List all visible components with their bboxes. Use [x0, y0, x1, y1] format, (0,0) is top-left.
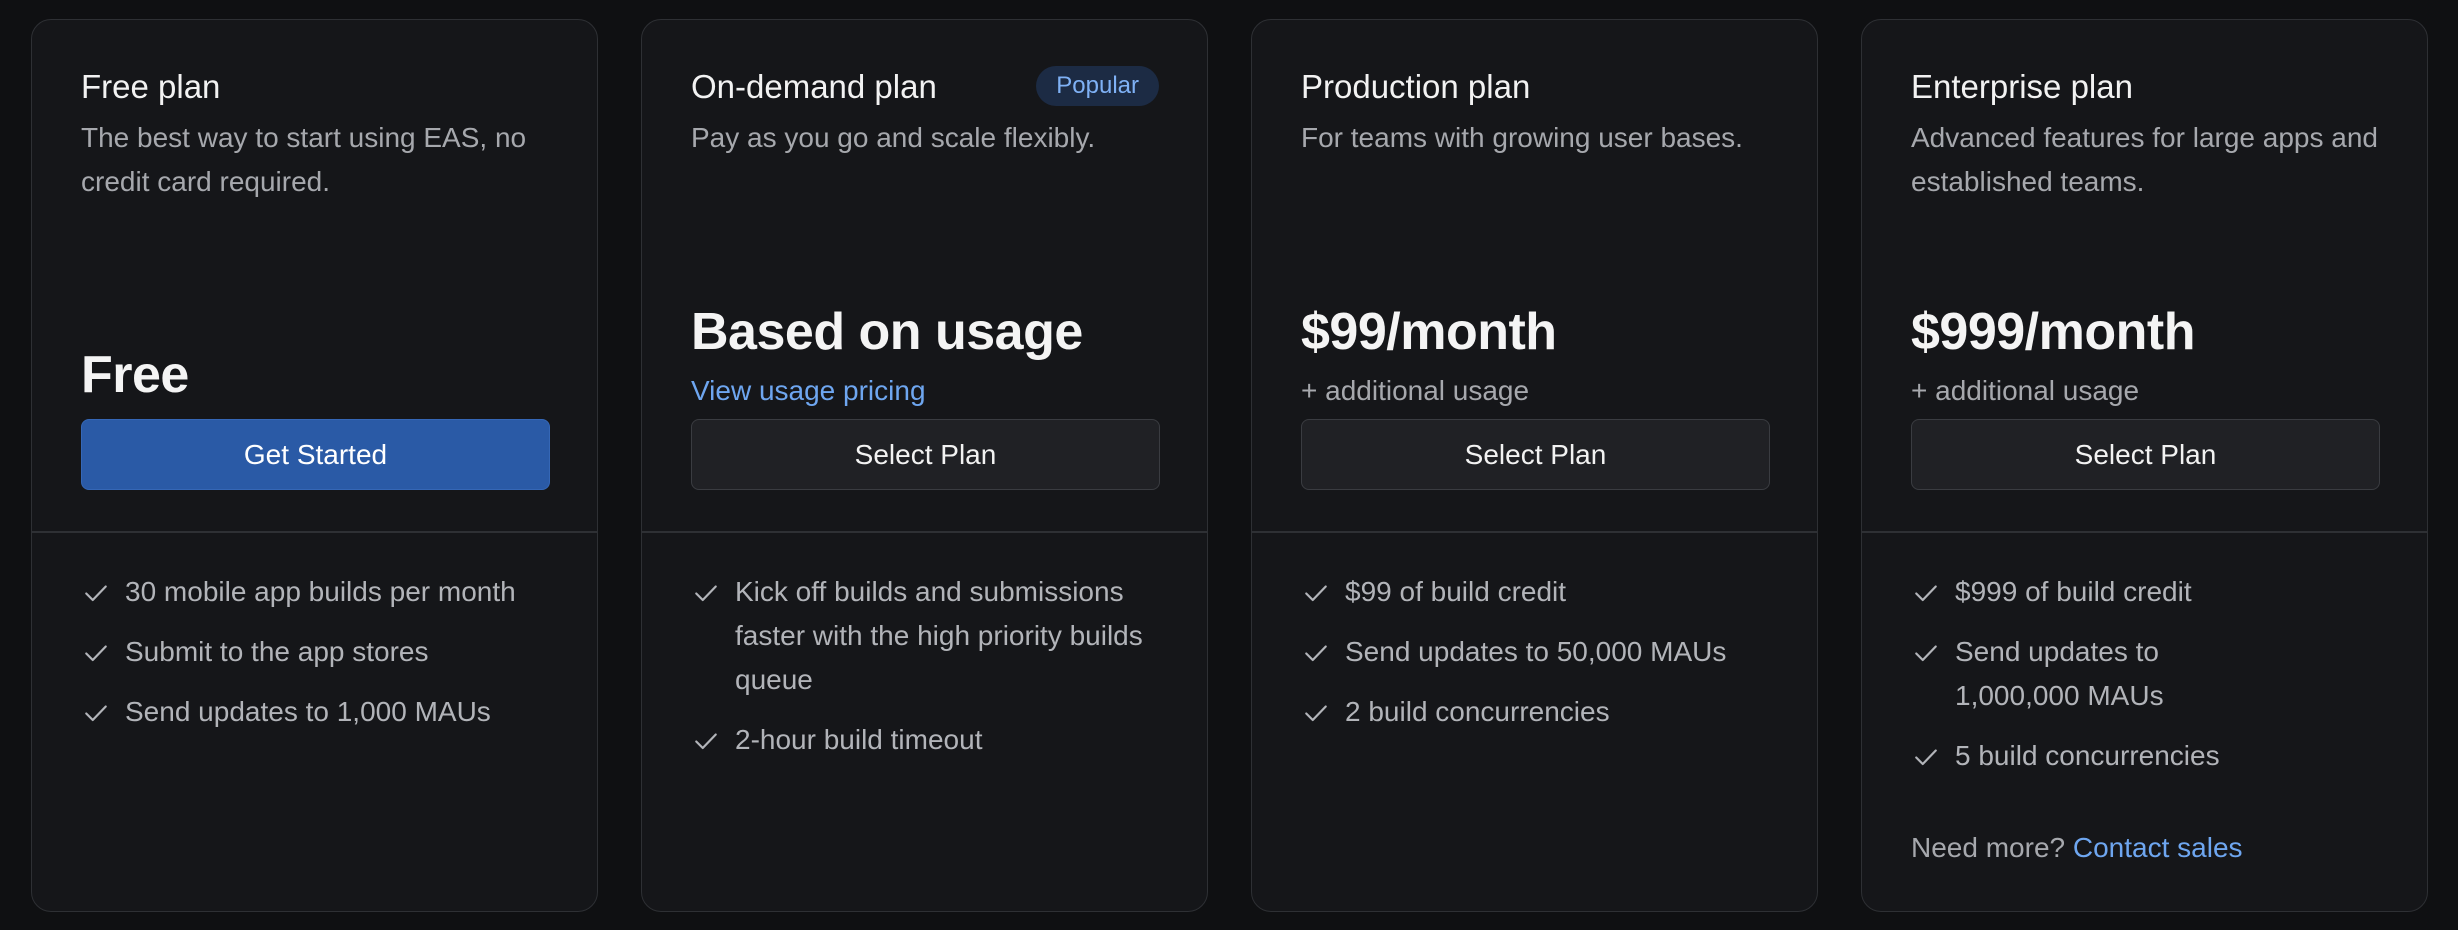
feature-text: $99 of build credit	[1345, 576, 1567, 607]
feature-text: Send updates to 1,000,000 MAUs	[1955, 636, 2164, 711]
feature-text: $999 of build credit	[1955, 576, 2192, 607]
plan-card-enterprise: Enterprise plan Advanced features for la…	[1861, 19, 2428, 912]
plan-description: Advanced features for large apps and est…	[1911, 122, 2378, 197]
check-icon	[1305, 705, 1327, 722]
feature-text: 30 mobile app builds per month	[125, 576, 516, 607]
get-started-button[interactable]: Get Started	[81, 419, 550, 490]
feature-item: Kick off builds and submissions faster w…	[691, 570, 1171, 702]
plan-description: Pay as you go and scale flexibly.	[691, 122, 1096, 153]
plan-price: $999/month	[1911, 303, 2195, 361]
divider	[642, 531, 1207, 533]
feature-item: Send updates to 1,000,000 MAUs	[1911, 630, 2391, 718]
feature-item: Submit to the app stores	[81, 630, 561, 674]
check-icon	[1305, 645, 1327, 662]
check-icon	[1915, 585, 1937, 602]
plan-title: Free plan	[81, 68, 221, 105]
divider	[1862, 531, 2427, 533]
feature-list: $99 of build credit Send updates to 50,0…	[1301, 570, 1781, 750]
feature-item: $99 of build credit	[1301, 570, 1781, 614]
feature-text: Send updates to 50,000 MAUs	[1345, 636, 1727, 667]
plan-price: Based on usage	[691, 303, 1083, 361]
check-icon	[1915, 645, 1937, 662]
plan-title: On-demand plan	[691, 68, 937, 105]
feature-text: 5 build concurrencies	[1955, 740, 2220, 771]
check-icon	[85, 645, 107, 662]
popular-badge: Popular	[1036, 66, 1159, 106]
divider	[32, 531, 597, 533]
feature-text: 2-hour build timeout	[735, 724, 983, 755]
select-plan-button[interactable]: Select Plan	[1911, 419, 2380, 490]
check-icon	[695, 733, 717, 750]
feature-list: 30 mobile app builds per month Submit to…	[81, 570, 561, 750]
plan-header: On-demand plan Popular Pay as you go and…	[642, 20, 1207, 531]
plan-header: Free plan The best way to start using EA…	[32, 20, 597, 531]
plan-price: $99/month	[1301, 303, 1557, 361]
plan-card-on-demand: On-demand plan Popular Pay as you go and…	[641, 19, 1208, 912]
select-plan-button[interactable]: Select Plan	[691, 419, 1160, 490]
feature-list: $999 of build credit Send updates to 1,0…	[1911, 570, 2391, 794]
feature-text: 2 build concurrencies	[1345, 696, 1610, 727]
plan-price: Free	[81, 346, 189, 404]
select-plan-button[interactable]: Select Plan	[1301, 419, 1770, 490]
contact-sales-link[interactable]: Contact sales	[2073, 832, 2243, 863]
check-icon	[695, 585, 717, 602]
plan-card-free: Free plan The best way to start using EA…	[31, 19, 598, 912]
plan-header: Production plan For teams with growing u…	[1252, 20, 1817, 531]
check-icon	[1915, 749, 1937, 766]
feature-text: Kick off builds and submissions faster w…	[735, 576, 1143, 695]
price-note: + additional usage	[1301, 375, 1530, 406]
divider	[1252, 531, 1817, 533]
plan-description: For teams with growing user bases.	[1301, 122, 1743, 153]
feature-item: 30 mobile app builds per month	[81, 570, 561, 614]
check-icon	[85, 705, 107, 722]
pricing-cards: Free plan The best way to start using EA…	[0, 0, 2458, 930]
feature-item: 2-hour build timeout	[691, 718, 1171, 762]
feature-item: $999 of build credit	[1911, 570, 2391, 614]
need-more-text: Need more? Contact sales	[1911, 826, 2243, 870]
contact-prefix: Need more?	[1911, 832, 2066, 863]
feature-item: 2 build concurrencies	[1301, 690, 1781, 734]
plan-title: Enterprise plan	[1911, 68, 2133, 105]
plan-header: Enterprise plan Advanced features for la…	[1862, 20, 2427, 531]
price-note: + additional usage	[1911, 375, 2140, 406]
check-icon	[1305, 585, 1327, 602]
feature-item: Send updates to 1,000 MAUs	[81, 690, 561, 734]
feature-item: 5 build concurrencies	[1911, 734, 2391, 778]
feature-item: Send updates to 50,000 MAUs	[1301, 630, 1781, 674]
plan-title: Production plan	[1301, 68, 1531, 105]
plan-description: The best way to start using EAS, no cred…	[81, 122, 527, 197]
check-icon	[85, 585, 107, 602]
view-usage-pricing-link[interactable]: View usage pricing	[691, 372, 926, 410]
feature-text: Submit to the app stores	[125, 636, 429, 667]
plan-card-production: Production plan For teams with growing u…	[1251, 19, 1818, 912]
feature-list: Kick off builds and submissions faster w…	[691, 570, 1171, 778]
feature-text: Send updates to 1,000 MAUs	[125, 696, 491, 727]
